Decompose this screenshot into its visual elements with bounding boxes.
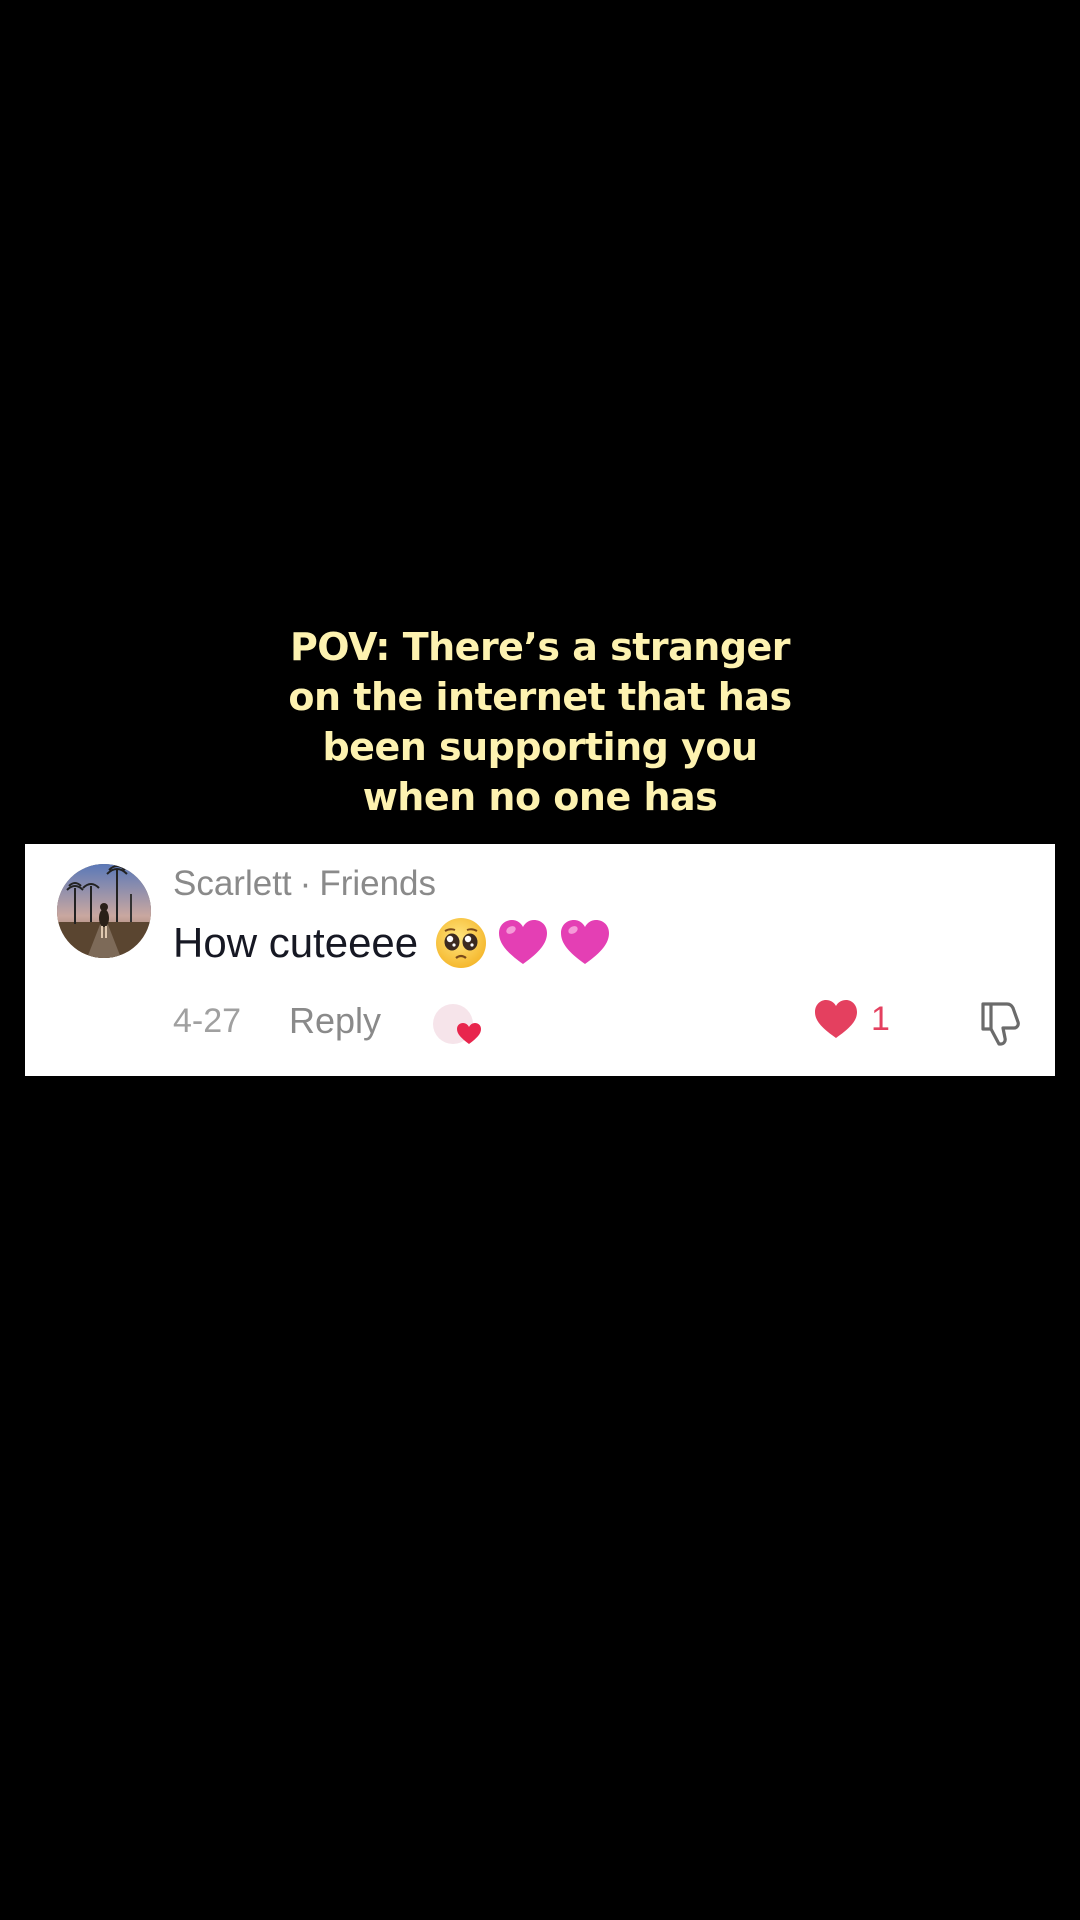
comment-text-content: How cuteeee bbox=[173, 919, 419, 966]
caption-line: on the internet that has bbox=[288, 675, 792, 719]
dislike-icon[interactable] bbox=[973, 996, 1025, 1048]
like-button[interactable]: 1 bbox=[813, 998, 890, 1040]
video-caption: POV: There’s a stranger on the internet … bbox=[0, 622, 1080, 822]
heart-icon bbox=[815, 1000, 857, 1038]
reply-button[interactable]: Reply bbox=[289, 1000, 381, 1042]
pleading-face-emoji-icon bbox=[436, 918, 487, 968]
pink-heart-emoji-icon bbox=[561, 920, 610, 964]
pink-heart-emoji-icon bbox=[499, 920, 548, 964]
comment-text: How cuteeee bbox=[173, 916, 612, 970]
creator-liked-icon bbox=[433, 1004, 481, 1044]
caption-line: been supporting you bbox=[322, 725, 758, 769]
relation-label: Friends bbox=[319, 864, 437, 903]
caption-line: POV: There’s a stranger bbox=[289, 625, 791, 669]
comment-actions: 4-27 Reply 1 bbox=[173, 994, 1033, 1050]
avatar-photo-icon bbox=[57, 864, 151, 958]
like-count: 1 bbox=[871, 999, 890, 1038]
comment-date: 4-27 bbox=[173, 1002, 242, 1040]
meta-separator: · bbox=[299, 864, 312, 903]
caption-line: when no one has bbox=[362, 775, 718, 819]
author-name[interactable]: Scarlett bbox=[173, 864, 292, 903]
comment-meta: Scarlett · Friends bbox=[173, 864, 436, 904]
avatar[interactable] bbox=[57, 864, 151, 958]
comment-card: Scarlett · Friends How cuteeee 4-27 Repl… bbox=[25, 844, 1055, 1076]
